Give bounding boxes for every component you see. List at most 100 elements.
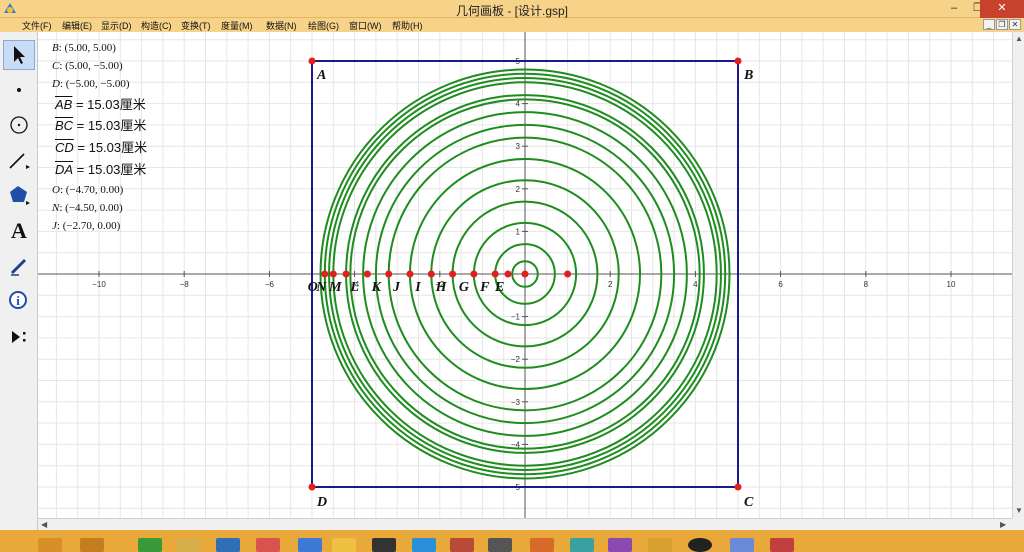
point-b[interactable] bbox=[734, 57, 742, 65]
taskbar-app-icon[interactable] bbox=[412, 538, 436, 552]
x-tick-label: −10 bbox=[92, 280, 106, 289]
measure-length-bc[interactable]: BC = 15.03厘米 bbox=[52, 115, 147, 137]
taskbar-app-icon[interactable] bbox=[688, 538, 712, 552]
scroll-left-icon[interactable]: ◀ bbox=[41, 520, 47, 530]
axis-point-n[interactable] bbox=[329, 270, 337, 278]
point-label-f: F bbox=[479, 280, 490, 295]
taskbar-app-icon[interactable] bbox=[488, 538, 512, 552]
point-c[interactable] bbox=[734, 483, 742, 491]
axis-point[interactable] bbox=[564, 270, 572, 278]
taskbar-app-icon[interactable] bbox=[38, 538, 62, 552]
point-label-e: E bbox=[494, 280, 504, 295]
menu-transform[interactable]: 变换(T) bbox=[181, 19, 211, 32]
vertical-scrollbar[interactable]: ▲ ▼ bbox=[1012, 32, 1024, 518]
x-tick-label: −6 bbox=[265, 280, 275, 289]
axis-point-h[interactable] bbox=[449, 270, 457, 278]
point-tool[interactable] bbox=[3, 74, 35, 104]
taskbar-app-icon[interactable] bbox=[450, 538, 474, 552]
measure-coord-d[interactable]: D: (−5.00, −5.00) bbox=[52, 75, 147, 93]
x-tick-label: 4 bbox=[693, 280, 698, 289]
point-label-k: K bbox=[371, 280, 383, 295]
point-label-m: M bbox=[328, 280, 342, 295]
axis-point-m[interactable] bbox=[342, 270, 350, 278]
menu-file[interactable]: 文件(F) bbox=[22, 19, 52, 32]
menu-help[interactable]: 帮助(H) bbox=[392, 19, 423, 32]
scroll-up-icon[interactable]: ▲ bbox=[1015, 34, 1023, 44]
axis-point-e[interactable] bbox=[504, 270, 512, 278]
mdi-restore-button[interactable]: ❐ bbox=[996, 19, 1008, 30]
point-icon bbox=[17, 88, 21, 92]
menu-data[interactable]: 数据(N) bbox=[266, 19, 297, 32]
taskbar-app-icon[interactable] bbox=[570, 538, 594, 552]
compass-tool[interactable] bbox=[3, 110, 35, 140]
title-bar[interactable]: 几何画板 - [设计.gsp] – ❐ ✕ bbox=[0, 0, 1024, 18]
measure-length-cd[interactable]: CD = 15.03厘米 bbox=[52, 137, 147, 159]
measure-length-da[interactable]: DA = 15.03厘米 bbox=[52, 159, 147, 181]
taskbar-app-icon[interactable] bbox=[332, 538, 356, 552]
menu-construct[interactable]: 构造(C) bbox=[141, 19, 172, 32]
measure-coord-o[interactable]: O: (−4.70, 0.00) bbox=[52, 181, 147, 199]
mdi-minimize-button[interactable]: _ bbox=[983, 19, 995, 30]
scroll-down-icon[interactable]: ▼ bbox=[1015, 506, 1023, 516]
coordinate-plane[interactable]: −10 −8 −6 −4 −2 2 4 6 8 1054321−1−2−3−4−5A BCDEFGH… bbox=[38, 32, 1012, 518]
y-tick-label: 4 bbox=[516, 100, 521, 109]
info-icon: i bbox=[9, 291, 27, 309]
pentagon-icon bbox=[10, 186, 30, 205]
straightedge-tool[interactable] bbox=[3, 146, 35, 176]
taskbar-app-icon[interactable] bbox=[298, 538, 322, 552]
sketch-canvas[interactable]: −10 −8 −6 −4 −2 2 4 6 8 10 5 4 3 2 1 −1 −2 −3 −4 −5 A B C D E F G H… bbox=[38, 32, 1012, 518]
measure-coord-n[interactable]: N: (−4.50, 0.00) bbox=[52, 199, 147, 217]
taskbar-app-icon[interactable] bbox=[608, 538, 632, 552]
axis-point-f[interactable] bbox=[491, 270, 499, 278]
point-d[interactable] bbox=[308, 483, 316, 491]
text-tool[interactable]: A bbox=[3, 216, 35, 246]
axis-point-k[interactable] bbox=[385, 270, 393, 278]
information-tool[interactable]: i bbox=[3, 286, 35, 316]
menu-window[interactable]: 窗口(W) bbox=[349, 19, 382, 32]
play-menu-icon bbox=[12, 331, 26, 343]
taskbar-app-icon[interactable] bbox=[648, 538, 672, 552]
line-icon bbox=[9, 153, 30, 169]
axis-point-g[interactable] bbox=[470, 270, 478, 278]
axis-point-j[interactable] bbox=[406, 270, 414, 278]
menu-edit[interactable]: 编辑(E) bbox=[62, 19, 92, 32]
point-a[interactable] bbox=[308, 57, 316, 65]
close-button[interactable]: ✕ bbox=[980, 0, 1024, 18]
mdi-close-button[interactable]: ✕ bbox=[1009, 19, 1021, 30]
y-tick-label: 3 bbox=[516, 142, 521, 151]
measure-coord-b[interactable]: B: (5.00, 5.00) bbox=[52, 39, 147, 57]
taskbar-app-icon[interactable] bbox=[138, 538, 162, 552]
x-tick-label: 10 bbox=[947, 280, 956, 289]
measure-length-ab[interactable]: AB = 15.03厘米 bbox=[52, 93, 147, 115]
taskbar-app-icon[interactable] bbox=[770, 538, 794, 552]
menu-graph[interactable]: 绘图(G) bbox=[308, 19, 339, 32]
taskbar-app-icon[interactable] bbox=[256, 538, 280, 552]
menu-measure[interactable]: 度量(M) bbox=[221, 19, 253, 32]
arrow-icon bbox=[14, 46, 25, 64]
axis-point[interactable] bbox=[521, 270, 529, 278]
taskbar-app-icon[interactable] bbox=[176, 538, 200, 552]
point-label-j: J bbox=[392, 280, 401, 295]
taskbar-app-icon[interactable] bbox=[530, 538, 554, 552]
polygon-tool[interactable] bbox=[3, 180, 35, 210]
selection-arrow-tool[interactable] bbox=[3, 40, 35, 70]
taskbar-app-icon[interactable] bbox=[80, 538, 104, 552]
scroll-right-icon[interactable]: ▶ bbox=[1000, 520, 1006, 530]
taskbar-app-icon[interactable] bbox=[216, 538, 240, 552]
y-tick-label: 1 bbox=[516, 227, 521, 236]
axis-point-o[interactable] bbox=[321, 270, 329, 278]
axis-point-l[interactable] bbox=[363, 270, 371, 278]
taskbar-app-icon[interactable] bbox=[730, 538, 754, 552]
measurements-panel: B: (5.00, 5.00) C: (5.00, −5.00) D: (−5.… bbox=[52, 39, 147, 235]
measure-coord-j[interactable]: J: (−2.70, 0.00) bbox=[52, 217, 147, 235]
horizontal-scrollbar[interactable]: ◀ ▶ bbox=[38, 518, 1012, 530]
taskbar-app-icon[interactable] bbox=[372, 538, 396, 552]
y-tick-label: −2 bbox=[511, 355, 521, 364]
marker-tool[interactable] bbox=[3, 251, 35, 281]
menu-display[interactable]: 显示(D) bbox=[101, 19, 132, 32]
axis-point-i[interactable] bbox=[427, 270, 435, 278]
point-label-c: C bbox=[744, 495, 754, 510]
measure-coord-c[interactable]: C: (5.00, −5.00) bbox=[52, 57, 147, 75]
custom-tools[interactable] bbox=[3, 322, 35, 352]
scroll-corner bbox=[1012, 518, 1024, 530]
